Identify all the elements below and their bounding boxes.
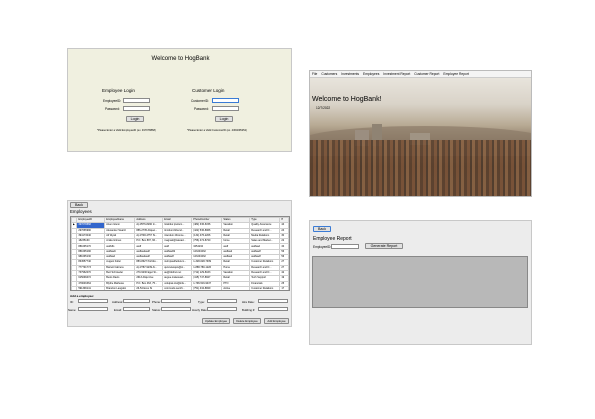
status-input[interactable]	[161, 307, 191, 311]
email-input[interactable]	[123, 307, 150, 311]
generate-report-button[interactable]: Generate Report	[365, 243, 403, 249]
customer-login-hint: *Please Enter a Valid CustomerID (ex. 43…	[187, 129, 247, 132]
name-input[interactable]	[78, 307, 108, 311]
customer-password-label: Password:	[194, 107, 209, 111]
menu-customer-report[interactable]: Customer Report	[414, 71, 439, 77]
email-label: Email:	[114, 308, 122, 312]
id-label: ID:	[70, 300, 74, 304]
table-cell[interactable]: Brandon Langdon	[104, 285, 136, 290]
login-window: Welcome to HogBank Employee Login Employ…	[67, 48, 292, 152]
report-employee-id-label: EmployeeID:	[313, 245, 332, 249]
table-cell[interactable]: Active	[221, 285, 251, 290]
welcome-heading: Welcome to HogBank!	[312, 96, 382, 103]
table-cell[interactable]: 26-54 Ecus St	[134, 285, 164, 290]
type-label: Type:	[198, 300, 205, 304]
table-cell[interactable]: Customer Relations	[249, 285, 281, 290]
type-input[interactable]	[207, 299, 237, 303]
add-employee-label: Add a employee:	[70, 294, 95, 298]
report-employee-id-input[interactable]	[331, 244, 359, 249]
report-output-area	[312, 256, 528, 308]
status-label: Status:	[152, 308, 161, 312]
table-cell[interactable]: commodo.semifi...	[162, 285, 193, 290]
menu-investments[interactable]: Investments	[341, 71, 359, 77]
table-row[interactable]: 591399141 Brandon Langdon 26-54 Ecus St com…	[71, 285, 289, 290]
menu-employee-report[interactable]: Employee Report	[443, 71, 468, 77]
employee-password-input[interactable]	[123, 106, 150, 111]
address-input[interactable]	[123, 299, 150, 303]
customer-password-input[interactable]	[212, 106, 239, 111]
campus-photo: Welcome to HogBank! 12/7/2022	[310, 78, 531, 196]
table-cell[interactable]: (751) 434-8829	[191, 285, 223, 290]
menu-bar: File Customers Investments Employees Inv…	[310, 71, 531, 78]
phone-label: Phone:	[152, 300, 161, 304]
delete-employee-button[interactable]: Delete Employee	[233, 318, 261, 324]
login-title: Welcome to HogBank	[151, 56, 210, 62]
employee-password-label: Password:	[105, 107, 120, 111]
address-label: Address:	[112, 300, 124, 304]
current-date: 12/7/2022	[316, 106, 331, 110]
hire-date-label: Hire Date:	[242, 300, 255, 304]
table-cell[interactable]: 17	[279, 285, 289, 290]
hourly-rate-input[interactable]	[207, 307, 237, 311]
employee-id-input[interactable]	[123, 98, 150, 103]
hire-date-input[interactable]	[258, 299, 288, 303]
customer-login-heading: Customer Login	[192, 88, 225, 93]
employee-login-hint: *Please Enter a Valid EmployeeID (ex. 49…	[97, 129, 156, 132]
customer-id-label: CustomerID:	[191, 99, 209, 103]
menu-employees[interactable]: Employees	[363, 71, 379, 77]
menu-file[interactable]: File	[312, 71, 317, 77]
back-button[interactable]: Back	[70, 202, 88, 208]
name-label: Name:	[68, 308, 77, 312]
employees-window: Back Employees EmployeeID EmployeeName A…	[67, 200, 292, 327]
id-input[interactable]	[78, 299, 108, 303]
employee-report-window: Back Employee Report EmployeeID: Generat…	[309, 220, 532, 345]
employees-grid[interactable]: EmployeeID EmployeeName Address Email Ph…	[70, 216, 290, 291]
employee-login-button[interactable]: Login	[126, 116, 144, 122]
table-cell[interactable]: 591399141	[76, 285, 106, 290]
add-employee-button[interactable]: Add Employee	[264, 318, 289, 324]
employee-id-label: EmployeeID:	[103, 99, 122, 103]
employees-title: Employees	[70, 209, 92, 214]
update-employee-button[interactable]: Update Employee	[202, 318, 230, 324]
employee-login-heading: Employee Login	[102, 88, 135, 93]
report-title: Employee Report	[313, 236, 352, 242]
phone-input[interactable]	[161, 299, 191, 303]
main-window: File Customers Investments Employees Inv…	[309, 70, 532, 197]
building-input[interactable]	[258, 307, 288, 311]
tree-canopy	[310, 140, 531, 196]
report-back-button[interactable]: Back	[313, 226, 331, 232]
menu-customers[interactable]: Customers	[321, 71, 337, 77]
hourly-rate-label: Hourly Rate:	[192, 308, 208, 312]
building-label: Building #:	[242, 308, 256, 312]
customer-id-input[interactable]	[212, 98, 239, 103]
menu-investment-report[interactable]: Investment Report	[383, 71, 410, 77]
customer-login-button[interactable]: Login	[215, 116, 233, 122]
